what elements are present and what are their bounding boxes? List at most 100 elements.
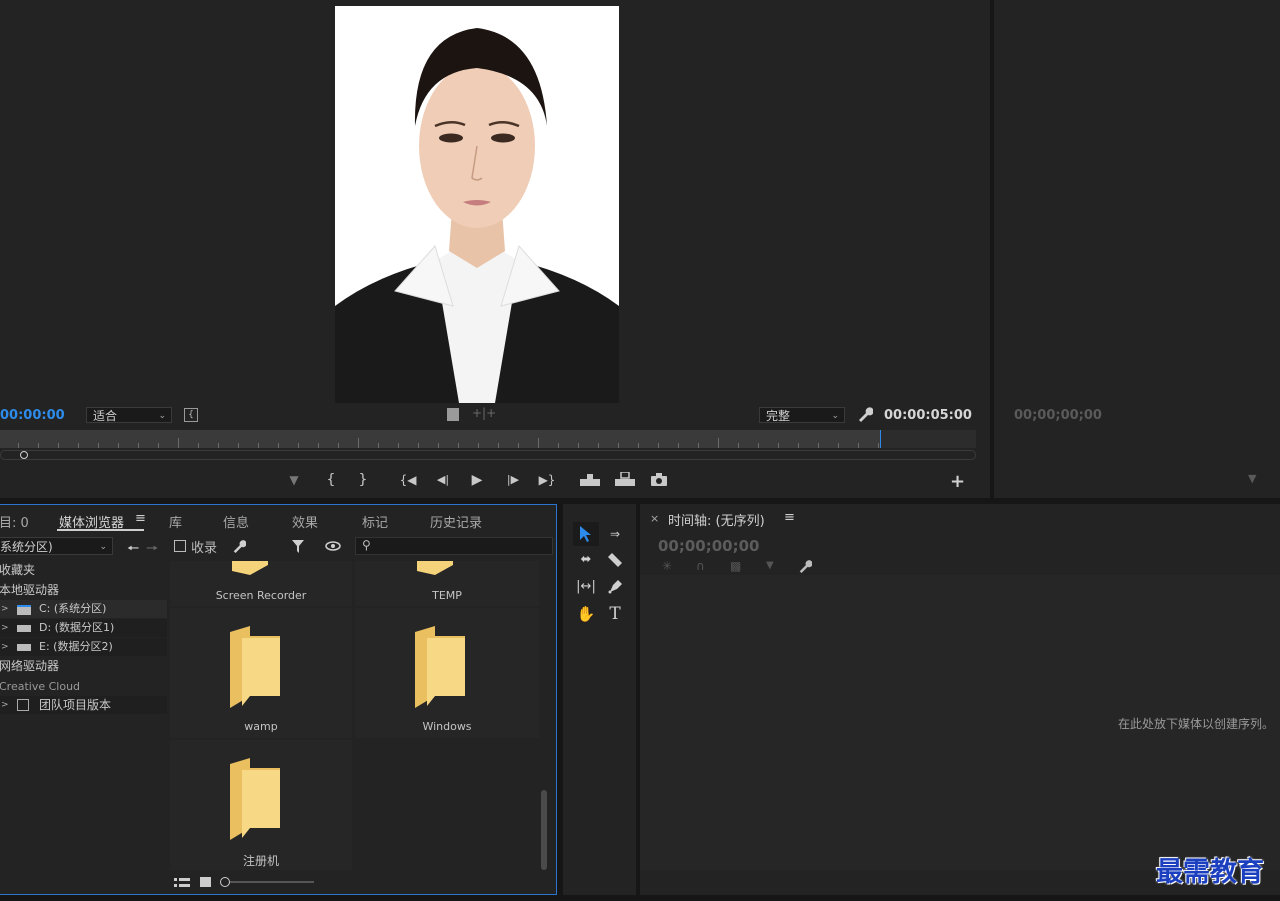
watermark-logo: 最需教育	[1156, 857, 1264, 888]
compare-view-icon[interactable]: +|+	[472, 406, 496, 420]
expand-icon[interactable]: >	[1, 600, 9, 618]
ruler-tick	[298, 443, 299, 448]
mark-out-icon[interactable]: }	[352, 469, 374, 491]
ingest-checkbox[interactable]	[174, 540, 186, 552]
search-input[interactable]: ⚲	[355, 537, 553, 555]
folder-label: Screen Recorder	[215, 589, 307, 602]
step-back-icon[interactable]: ◀|	[432, 469, 454, 491]
filter-icon[interactable]	[292, 540, 306, 553]
razor-tool-icon[interactable]	[602, 548, 628, 572]
ruler-tick	[438, 443, 439, 448]
linked-selection-icon[interactable]: ▩	[730, 559, 741, 573]
ingest-label: 收录	[191, 541, 218, 556]
add-button-icon[interactable]: +	[950, 471, 965, 492]
ruler-tick	[698, 443, 699, 448]
folder-tile[interactable]: TEMP	[355, 561, 539, 606]
drive-dropdown[interactable]: 系统分区) ⌄	[0, 537, 113, 555]
ruler-tick	[458, 443, 459, 448]
tab-markers[interactable]: 标记	[362, 512, 388, 531]
tree-creative-cloud[interactable]: Creative Cloud	[0, 678, 167, 696]
folder-tile[interactable]: Windows	[355, 608, 539, 738]
zoom-slider-track[interactable]	[230, 881, 314, 883]
camera-icon[interactable]	[651, 473, 667, 486]
wrench-icon[interactable]	[857, 406, 873, 422]
media-browser-panel: 目: 0 媒体浏览器 ≡ 库 信息 效果 标记 历史记录 系统分区) ⌄ 🠔 🠖…	[0, 504, 557, 895]
hand-tool-icon[interactable]: ✋	[573, 602, 599, 626]
ruler-tick	[418, 443, 419, 448]
track-select-tool-icon[interactable]: ⇒	[602, 522, 628, 546]
ruler-tick	[738, 443, 739, 448]
timeline-track-area[interactable]: 在此处放下媒体以创建序列。	[640, 575, 1280, 870]
wrench-icon[interactable]	[798, 559, 812, 573]
eye-icon[interactable]	[325, 541, 341, 551]
tree-drive-e[interactable]: > E: (数据分区2)	[0, 638, 167, 656]
play-icon[interactable]: ▶	[466, 469, 488, 491]
ruler-tick	[478, 443, 479, 448]
zoom-scrollbar[interactable]	[0, 450, 976, 460]
pen-tool-icon[interactable]	[602, 575, 628, 599]
expand-icon[interactable]: >	[1, 638, 9, 656]
ruler-tick	[678, 443, 679, 448]
scrollbar-thumb[interactable]	[541, 790, 547, 870]
tree-team-projects[interactable]: > 团队项目版本	[0, 696, 167, 714]
ruler-tick	[558, 443, 559, 448]
forward-arrow-icon[interactable]: 🠖	[146, 538, 158, 562]
step-forward-icon[interactable]: |▶	[502, 469, 524, 491]
wrench-icon[interactable]	[232, 539, 246, 553]
tree-drive-d[interactable]: > D: (数据分区1)	[0, 619, 167, 637]
fit-dropdown-value: 适合	[93, 409, 118, 423]
zoom-slider-handle[interactable]	[220, 877, 230, 887]
ruler-tick	[818, 443, 819, 448]
film-strip-icon[interactable]	[447, 408, 459, 421]
type-tool-icon[interactable]: T	[602, 602, 628, 626]
tab-info[interactable]: 信息	[223, 512, 249, 531]
ruler-tick	[98, 443, 99, 448]
program-duration-timecode: 00:00:05:00	[884, 408, 972, 423]
fit-dropdown[interactable]: 适合 ⌄	[86, 407, 172, 423]
timeline-timecode[interactable]: 00;00;00;00	[658, 537, 760, 555]
tree-drive-c[interactable]: > C: (系统分区)	[0, 600, 167, 618]
folder-tile[interactable]: wamp	[170, 608, 352, 738]
tab-libraries[interactable]: 库	[169, 512, 182, 531]
tab-history[interactable]: 历史记录	[430, 512, 482, 531]
ruler-tick	[498, 443, 499, 448]
tree-network-drives[interactable]: 网络驱动器	[0, 657, 167, 675]
icon-view-icon[interactable]	[200, 877, 211, 887]
tree-favorites[interactable]: 收藏夹	[0, 561, 167, 579]
insert-icon[interactable]	[580, 474, 600, 486]
go-to-in-icon[interactable]: {◀	[397, 469, 419, 491]
tools-panel: ⇒ ⬌ |↔| ✋ T	[563, 504, 636, 895]
back-arrow-icon[interactable]: 🠔	[127, 538, 139, 562]
add-marker-icon[interactable]: ▼	[283, 469, 305, 491]
empty-tile	[355, 740, 539, 870]
expand-icon[interactable]: >	[1, 619, 9, 637]
mark-in-icon[interactable]: {	[320, 469, 342, 491]
snap-icon[interactable]: ∩	[696, 559, 705, 573]
quality-dropdown[interactable]: 完整 ⌄	[759, 407, 845, 423]
panel-menu-icon[interactable]: ≡	[784, 510, 795, 525]
folder-tile[interactable]: 注册机	[170, 740, 352, 870]
panel-menu-icon[interactable]: ≡	[135, 511, 146, 526]
folder-tile[interactable]: Screen Recorder	[170, 561, 352, 606]
program-current-timecode[interactable]: 00:00:00	[0, 408, 65, 423]
slip-tool-icon[interactable]: |↔|	[573, 575, 599, 599]
active-tab-underline	[57, 529, 144, 531]
folder-label: wamp	[244, 720, 278, 733]
add-marker-icon[interactable]: ▼	[766, 560, 774, 571]
ripple-edit-tool-icon[interactable]: ⬌	[573, 548, 599, 572]
nest-icon[interactable]: ✳	[662, 559, 672, 573]
ruler-tick	[778, 443, 779, 448]
marker-icon[interactable]: ▼	[1248, 472, 1256, 485]
playhead-handle[interactable]	[20, 451, 28, 459]
overwrite-icon[interactable]	[615, 472, 635, 486]
safe-margins-icon[interactable]: {	[184, 408, 198, 422]
tab-effects[interactable]: 效果	[292, 512, 318, 531]
ruler-tick	[78, 443, 79, 448]
tab-project[interactable]: 目: 0	[0, 512, 29, 531]
list-view-icon[interactable]	[174, 878, 190, 888]
go-to-out-icon[interactable]: ▶}	[536, 469, 558, 491]
close-icon[interactable]: ×	[650, 512, 659, 525]
tree-local-drives[interactable]: 本地驱动器	[0, 581, 167, 599]
expand-icon[interactable]: >	[1, 696, 9, 714]
selection-tool-icon[interactable]	[573, 522, 599, 546]
